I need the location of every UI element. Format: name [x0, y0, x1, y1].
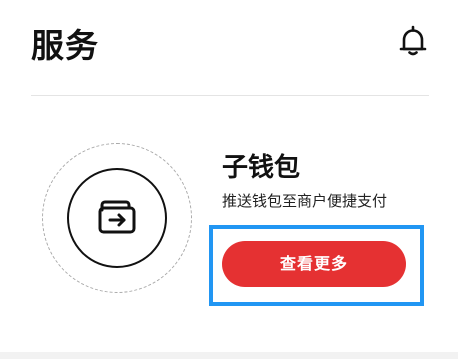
header: 服务	[0, 0, 458, 95]
wallet-description: 推送钱包至商户便捷支付	[222, 192, 388, 210]
wallet-title: 子钱包	[222, 153, 301, 183]
wallet-transfer-icon	[93, 193, 141, 241]
header-divider	[31, 95, 429, 96]
bell-icon[interactable]	[396, 24, 430, 58]
page-title: 服务	[31, 26, 99, 65]
service-screen: 服务 子钱包 推送钱包至商户便捷支付 查看更多	[0, 0, 458, 352]
view-more-button[interactable]: 查看更多	[222, 241, 406, 287]
